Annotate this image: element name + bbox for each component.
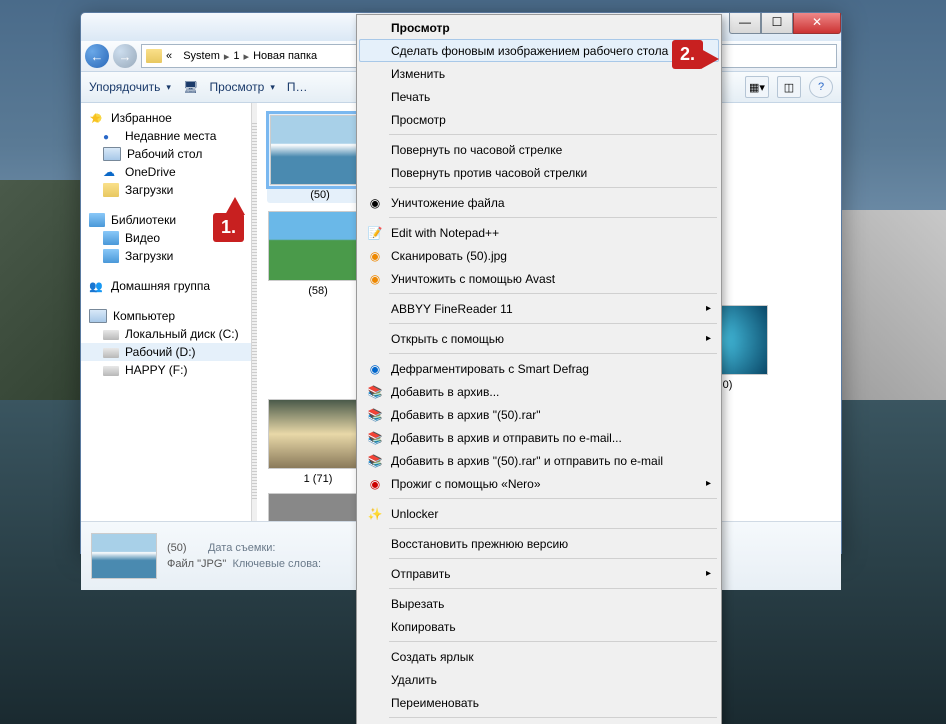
details-filename: (50)	[167, 542, 187, 554]
nero-icon: ◉	[365, 476, 385, 492]
ctx-abbyy[interactable]: ABBYY FineReader 11	[359, 297, 719, 320]
close-button[interactable]: ✕	[793, 13, 841, 34]
desktop[interactable]: Рабочий стол	[81, 145, 251, 163]
disk-d[interactable]: Рабочий (D:)	[81, 343, 251, 361]
ctx-defrag[interactable]: ◉Дефрагментировать с Smart Defrag	[359, 357, 719, 380]
details-keywords-label: Ключевые слова:	[232, 558, 321, 570]
homegroup[interactable]: Домашняя группа	[81, 277, 251, 295]
shred-icon: ◉	[365, 195, 385, 211]
ctx-set-wallpaper[interactable]: Сделать фоновым изображением рабочего ст…	[359, 39, 719, 62]
ctx-avast[interactable]: ◉Уничтожить с помощью Avast	[359, 267, 719, 290]
rar-icon: 📚	[365, 430, 385, 446]
callout-1: 1.	[213, 213, 244, 242]
ctx-archive-named[interactable]: 📚Добавить в архив "(50).rar"	[359, 403, 719, 426]
minimize-button[interactable]: —	[729, 13, 761, 34]
onedrive[interactable]: OneDrive	[81, 163, 251, 181]
ctx-scan[interactable]: ◉Сканировать (50).jpg	[359, 244, 719, 267]
details-filetype: Файл "JPG"	[167, 558, 226, 570]
maximize-button[interactable]: ☐	[761, 13, 793, 34]
ctx-archive[interactable]: 📚Добавить в архив...	[359, 380, 719, 403]
ctx-send-to[interactable]: Отправить	[359, 562, 719, 585]
preview-pane-button[interactable]: ◫	[777, 76, 801, 98]
view-button[interactable]: 🖥 Просмотр	[183, 80, 275, 94]
ctx-shred[interactable]: ◉Уничтожение файла	[359, 191, 719, 214]
breadcrumb-1[interactable]: 1	[233, 50, 239, 62]
forward-button[interactable]: →	[113, 44, 137, 68]
ctx-archive-named-email[interactable]: 📚Добавить в архив "(50).rar" и отправить…	[359, 449, 719, 472]
ctx-rename[interactable]: Переименовать	[359, 691, 719, 714]
file-71[interactable]: 1 (71)	[267, 399, 369, 485]
callout-2: 2.	[672, 40, 703, 69]
ctx-copy[interactable]: Копировать	[359, 615, 719, 638]
favorites-group[interactable]: Избранное	[81, 109, 251, 127]
view-mode-button[interactable]: ▦▾	[745, 76, 769, 98]
disk-f[interactable]: HAPPY (F:)	[81, 361, 251, 379]
rar-icon: 📚	[365, 453, 385, 469]
ctx-rotate-ccw[interactable]: Повернуть против часовой стрелки	[359, 161, 719, 184]
ctx-open-with[interactable]: Открыть с помощью	[359, 327, 719, 350]
ctx-print[interactable]: Печать	[359, 85, 719, 108]
avast-icon: ◉	[365, 271, 385, 287]
scan-icon: ◉	[365, 248, 385, 264]
help-button[interactable]: ?	[809, 76, 833, 98]
disk-c[interactable]: Локальный диск (C:)	[81, 325, 251, 343]
ctx-view[interactable]: Просмотр	[359, 108, 719, 131]
notepadpp-icon: 📝	[365, 225, 385, 241]
toolbar-more[interactable]: П…	[287, 80, 308, 94]
ctx-archive-email[interactable]: 📚Добавить в архив и отправить по e-mail.…	[359, 426, 719, 449]
rar-icon: 📚	[365, 384, 385, 400]
ctx-edit[interactable]: Изменить	[359, 62, 719, 85]
computer-group[interactable]: Компьютер	[81, 307, 251, 325]
navigation-pane: Избранное Недавние места Рабочий стол On…	[81, 103, 252, 521]
file-58[interactable]: (58)	[267, 211, 369, 297]
details-date-label: Дата съемки:	[208, 542, 275, 554]
details-thumbnail	[91, 533, 157, 579]
breadcrumb-system[interactable]: System	[183, 50, 220, 62]
monitor-icon: 🖥	[183, 80, 198, 94]
breadcrumb-chevrons[interactable]: «	[166, 50, 172, 62]
file-90[interactable]: 1 (90)	[267, 493, 369, 521]
breadcrumb-folder[interactable]: Новая папка	[253, 50, 317, 62]
ctx-title: Просмотр	[359, 17, 719, 39]
ctx-unlocker[interactable]: ✨Unlocker	[359, 502, 719, 525]
ctx-notepadpp[interactable]: 📝Edit with Notepad++	[359, 221, 719, 244]
rar-icon: 📚	[365, 407, 385, 423]
ctx-restore[interactable]: Восстановить прежнюю версию	[359, 532, 719, 555]
recent-places[interactable]: Недавние места	[81, 127, 251, 145]
ctx-delete[interactable]: Удалить	[359, 668, 719, 691]
context-menu: Просмотр Сделать фоновым изображением ра…	[356, 14, 722, 724]
organize-button[interactable]: Упорядочить	[89, 80, 171, 94]
ctx-shortcut[interactable]: Создать ярлык	[359, 645, 719, 668]
unlocker-icon: ✨	[365, 506, 385, 522]
ctx-nero[interactable]: ◉Прожиг с помощью «Nero»	[359, 472, 719, 495]
back-button[interactable]: ←	[85, 44, 109, 68]
folder-icon	[146, 49, 162, 63]
downloads-library[interactable]: Загрузки	[81, 247, 251, 265]
defrag-icon: ◉	[365, 361, 385, 377]
ctx-cut[interactable]: Вырезать	[359, 592, 719, 615]
ctx-rotate-cw[interactable]: Повернуть по часовой стрелке	[359, 138, 719, 161]
